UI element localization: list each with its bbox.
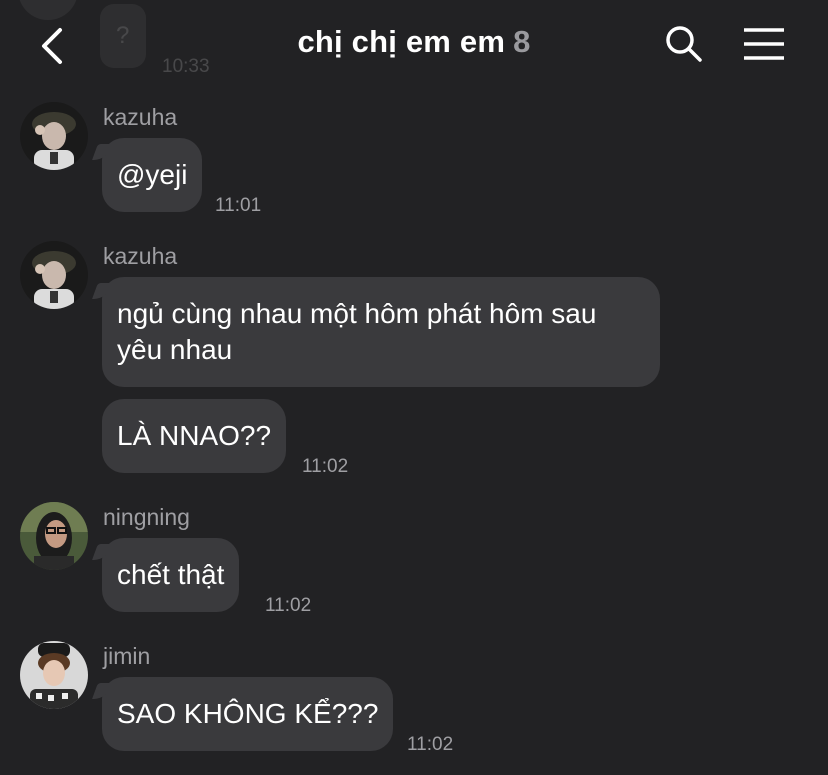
menu-button[interactable] (742, 26, 786, 62)
sender-name: ningning (103, 504, 190, 530)
avatar-jimin[interactable] (20, 641, 88, 709)
message-bubble[interactable]: @yeji (102, 138, 203, 212)
message-time: 11:02 (302, 456, 349, 477)
message-bubble[interactable]: SAO KHÔNG KỂ??? (102, 677, 394, 751)
avatar-ningning[interactable] (20, 502, 88, 570)
user-avatar-image (20, 102, 88, 170)
sender-name: kazuha (103, 104, 178, 130)
message-text: SAO KHÔNG KỂ??? (117, 698, 379, 729)
avatar (18, 0, 78, 20)
sender-name: jimin (103, 643, 151, 669)
message-time: 11:02 (265, 595, 312, 616)
message-text: chết thật (117, 559, 225, 590)
search-icon (666, 26, 702, 62)
avatar-kazuha[interactable] (20, 241, 88, 309)
message-text: LÀ NNAO?? (117, 420, 272, 451)
message-time: 11:02 (407, 734, 454, 755)
group-name: chị chị em em (297, 24, 506, 59)
hamburger-menu-icon (744, 28, 784, 60)
message-bubble[interactable]: ngủ cùng nhau một hôm phát hôm sau yêu n… (102, 277, 660, 387)
message-bubble[interactable]: LÀ NNAO?? (102, 399, 287, 473)
search-button[interactable] (664, 24, 704, 64)
sender-name: kazuha (103, 243, 178, 269)
member-count: 8 (513, 24, 531, 59)
user-avatar-image (20, 502, 88, 570)
message-bubble[interactable]: chết thật (102, 538, 240, 612)
message-text: @yeji (117, 159, 188, 190)
user-avatar-image (20, 641, 88, 709)
user-avatar-image (20, 241, 88, 309)
avatar-kazuha[interactable] (20, 102, 88, 170)
message-time: 11:01 (215, 195, 262, 216)
message-text: ngủ cùng nhau một hôm phát hôm sau yêu n… (117, 298, 597, 365)
chat-header: ? 10:33 chị chị em em 8 (0, 0, 828, 90)
